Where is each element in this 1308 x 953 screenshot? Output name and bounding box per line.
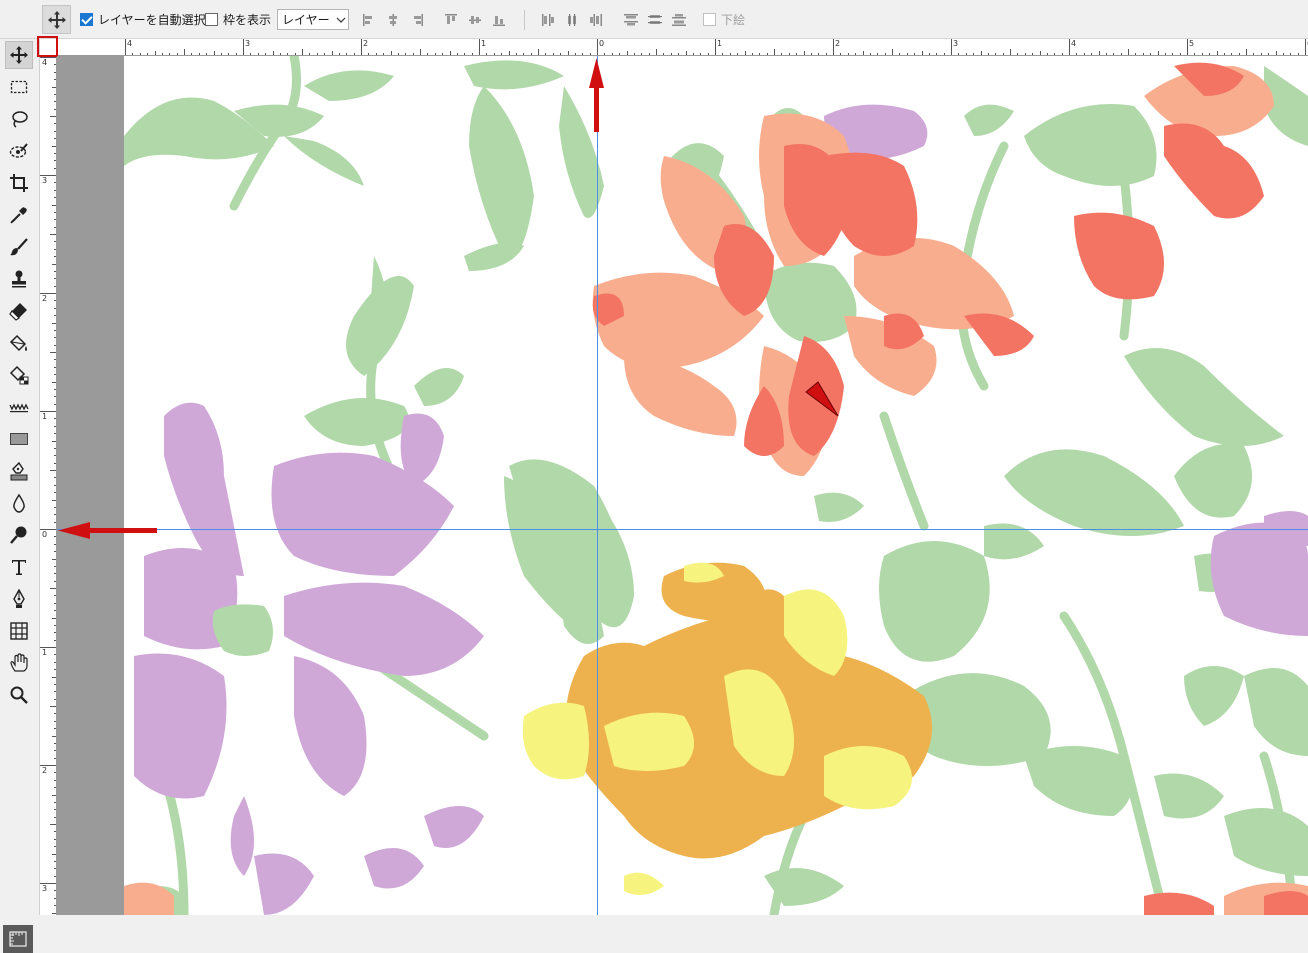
arrow-up-annotation — [589, 58, 604, 132]
mouse-cursor-icon — [805, 381, 839, 417]
arrow-left-annotation — [58, 522, 157, 539]
ruler-toggle-button[interactable] — [3, 925, 33, 953]
ruler-icon — [9, 931, 27, 947]
annotation-overlay — [58, 58, 839, 539]
